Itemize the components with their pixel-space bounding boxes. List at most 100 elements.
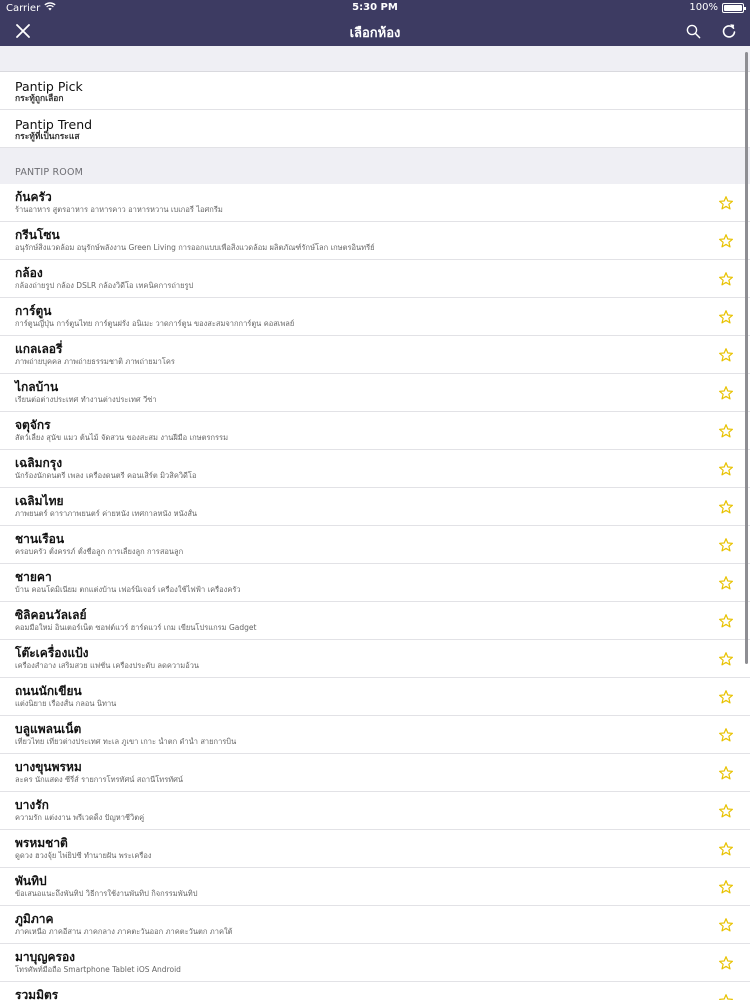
room-list-item[interactable]: การ์ตูน การ์ตูนญี่ปุ่น การ์ตูนไทย การ์ตูน… <box>0 298 750 336</box>
star-icon[interactable] <box>718 803 734 819</box>
room-name: ภูมิภาค <box>15 912 54 926</box>
room-description: ความรัก แต่งงาน พรีเวดดิ้ง ปัญหาชีวิตคู่ <box>15 813 145 822</box>
room-name: ชานเรือน <box>15 532 65 546</box>
page-title: เลือกห้อง <box>349 26 401 41</box>
status-time: 5:30 PM <box>352 2 398 13</box>
room-description: เรียนต่อต่างประเทศ ทำงานต่างประเทศ วีซ่า <box>15 395 157 404</box>
star-icon[interactable] <box>718 917 734 933</box>
room-list-item[interactable]: เฉลิมกรุง นักร้องนักดนตรี เพลง เครื่องดนต… <box>0 450 750 488</box>
room-list-item[interactable]: ซิลิคอนวัลเลย์ คอมมือใหม่ อินเตอร์เน็ต ซอ… <box>0 602 750 640</box>
room-description: การ์ตูนญี่ปุ่น การ์ตูนไทย การ์ตูนฝรั่ง อ… <box>15 319 295 328</box>
room-name: กล้อง <box>15 266 43 280</box>
room-description: อนุรักษ์สิ่งแวดล้อม อนุรักษ์พลังงาน Gree… <box>15 243 375 252</box>
star-icon[interactable] <box>718 765 734 781</box>
pick-list: Pantip Pick กระทู้ถูกเลือก Pantip Trend … <box>0 72 750 148</box>
room-list-item[interactable]: บลูแพลนเน็ต เที่ยวไทย เที่ยวต่างประเทศ ทะ… <box>0 716 750 754</box>
star-icon[interactable] <box>718 309 734 325</box>
room-list-item[interactable]: รวมมิตร <box>0 982 750 1000</box>
room-description: ข้อเสนอแนะถึงพันทิป วิธีการใช้งานพันทิป … <box>15 889 198 898</box>
star-icon[interactable] <box>718 993 734 1000</box>
refresh-icon <box>722 24 736 38</box>
room-list-item[interactable]: ถนนนักเขียน แต่งนิยาย เรื่องสั้น กลอน นิท… <box>0 678 750 716</box>
room-text: พันทิป ข้อเสนอแนะถึงพันทิป วิธีการใช้งานพ… <box>15 873 690 899</box>
room-list-item[interactable]: ก้นครัว ร้านอาหาร สูตรอาหาร อาหารคาว อาหา… <box>0 184 750 222</box>
room-name: มาบุญครอง <box>15 950 76 964</box>
star-icon[interactable] <box>718 271 734 287</box>
star-icon[interactable] <box>718 233 734 249</box>
room-name: ไกลบ้าน <box>15 380 59 394</box>
room-text: ซิลิคอนวัลเลย์ คอมมือใหม่ อินเตอร์เน็ต ซอ… <box>15 607 690 633</box>
room-description: โทรศัพท์มือถือ Smartphone Tablet iOS And… <box>15 965 181 974</box>
star-icon[interactable] <box>718 347 734 363</box>
room-text: บางขุนพรหม ละคร นักแสดง ซีรี่ส์ รายการโทร… <box>15 759 690 785</box>
room-list-item[interactable]: ภูมิภาค ภาคเหนือ ภาคอีสาน ภาคกลาง ภาคตะวั… <box>0 906 750 944</box>
room-list-item[interactable]: กรีนโซน อนุรักษ์สิ่งแวดล้อม อนุรักษ์พลังง… <box>0 222 750 260</box>
star-icon[interactable] <box>718 689 734 705</box>
room-description: กล้องถ่ายรูป กล้อง DSLR กล้องวิดีโอ เทคน… <box>15 281 194 290</box>
room-name: ซิลิคอนวัลเลย์ <box>15 608 87 622</box>
room-name: โต๊ะเครื่องแป้ง <box>15 646 89 660</box>
room-text: การ์ตูน การ์ตูนญี่ปุ่น การ์ตูนไทย การ์ตูน… <box>15 303 690 329</box>
pick-item-pantip-pick[interactable]: Pantip Pick กระทู้ถูกเลือก <box>0 72 750 110</box>
room-text: โต๊ะเครื่องแป้ง เครื่องสำอาง เสริมสวย แฟช… <box>15 645 690 671</box>
room-text: แกลเลอรี่ ภาพถ่ายบุคคล ภาพถ่ายธรรมชาติ ภา… <box>15 341 690 367</box>
room-name: บางรัก <box>15 798 49 812</box>
room-name: ชายคา <box>15 570 52 584</box>
star-icon[interactable] <box>718 841 734 857</box>
star-icon[interactable] <box>718 955 734 971</box>
room-list-item[interactable]: ชานเรือน ครอบครัว ตั้งครรภ์ ตั้งชื่อลูก ก… <box>0 526 750 564</box>
room-list-item[interactable]: โต๊ะเครื่องแป้ง เครื่องสำอาง เสริมสวย แฟช… <box>0 640 750 678</box>
room-text: พรหมชาติ ดูดวง ฮวงจุ้ย ไพ่ยิปซี ทำนายฝัน … <box>15 835 690 861</box>
room-description: เที่ยวไทย เที่ยวต่างประเทศ ทะเล ภูเขา เก… <box>15 737 237 746</box>
room-list-item[interactable]: บางขุนพรหม ละคร นักแสดง ซีรี่ส์ รายการโทร… <box>0 754 750 792</box>
room-text: กล้อง กล้องถ่ายรูป กล้อง DSLR กล้องวิดีโอ… <box>15 265 690 291</box>
status-right: 100% <box>689 2 746 13</box>
room-name: แกลเลอรี่ <box>15 342 63 356</box>
star-icon[interactable] <box>718 499 734 515</box>
room-list-item[interactable]: พันทิป ข้อเสนอแนะถึงพันทิป วิธีการใช้งานพ… <box>0 868 750 906</box>
room-description: แต่งนิยาย เรื่องสั้น กลอน นิทาน <box>15 699 117 708</box>
room-list-item[interactable]: กล้อง กล้องถ่ายรูป กล้อง DSLR กล้องวิดีโอ… <box>0 260 750 298</box>
pick-title: Pantip Pick <box>15 79 83 94</box>
room-description: ภาพยนตร์ ดาราภาพยนตร์ ค่ายหนัง เทศกาลหนั… <box>15 509 198 518</box>
room-list-item[interactable]: บางรัก ความรัก แต่งงาน พรีเวดดิ้ง ปัญหาชี… <box>0 792 750 830</box>
room-description: ดูดวง ฮวงจุ้ย ไพ่ยิปซี ทำนายฝัน พระเครื่… <box>15 851 152 860</box>
star-icon[interactable] <box>718 423 734 439</box>
room-list-item[interactable]: แกลเลอรี่ ภาพถ่ายบุคคล ภาพถ่ายธรรมชาติ ภา… <box>0 336 750 374</box>
refresh-button[interactable] <box>718 20 740 42</box>
star-icon[interactable] <box>718 195 734 211</box>
room-list-item[interactable]: ไกลบ้าน เรียนต่อต่างประเทศ ทำงานต่างประเท… <box>0 374 750 412</box>
room-list-item[interactable]: ชายคา บ้าน คอนโดมิเนียม ตกแต่งบ้าน เฟอร์น… <box>0 564 750 602</box>
room-name: พันทิป <box>15 874 47 888</box>
room-text: บางรัก ความรัก แต่งงาน พรีเวดดิ้ง ปัญหาชี… <box>15 797 690 823</box>
pick-item-pantip-trend[interactable]: Pantip Trend กระทู้ที่เป็นกระแส <box>0 110 750 148</box>
star-icon[interactable] <box>718 537 734 553</box>
star-icon[interactable] <box>718 727 734 743</box>
battery-icon <box>722 2 746 13</box>
room-text: รวมมิตร <box>15 987 690 1000</box>
room-description: ภาคเหนือ ภาคอีสาน ภาคกลาง ภาคตะวันออก ภา… <box>15 927 233 936</box>
section-header: PANTIP ROOM <box>0 148 750 184</box>
room-description: ร้านอาหาร สูตรอาหาร อาหารคาว อาหารหวาน เ… <box>15 205 223 214</box>
search-button[interactable] <box>682 20 704 42</box>
room-text: ไกลบ้าน เรียนต่อต่างประเทศ ทำงานต่างประเท… <box>15 379 690 405</box>
room-list-item[interactable]: จตุจักร สัตว์เลี้ยง สุนัข แมว ต้นไม้ จัดส… <box>0 412 750 450</box>
star-icon[interactable] <box>718 575 734 591</box>
room-list-item[interactable]: เฉลิมไทย ภาพยนตร์ ดาราภาพยนตร์ ค่ายหนัง เ… <box>0 488 750 526</box>
star-icon[interactable] <box>718 613 734 629</box>
room-list: ก้นครัว ร้านอาหาร สูตรอาหาร อาหารคาว อาหา… <box>0 184 750 1000</box>
star-icon[interactable] <box>718 385 734 401</box>
star-icon[interactable] <box>718 461 734 477</box>
room-name: กรีนโซน <box>15 228 60 242</box>
room-description: ครอบครัว ตั้งครรภ์ ตั้งชื่อลูก การเลี้ยง… <box>15 547 184 556</box>
star-icon[interactable] <box>718 651 734 667</box>
room-list-item[interactable]: พรหมชาติ ดูดวง ฮวงจุ้ย ไพ่ยิปซี ทำนายฝัน … <box>0 830 750 868</box>
top-spacer <box>0 46 750 72</box>
navigation-bar: เลือกห้อง <box>0 16 750 46</box>
room-text: เฉลิมไทย ภาพยนตร์ ดาราภาพยนตร์ ค่ายหนัง เ… <box>15 493 690 519</box>
room-list-item[interactable]: มาบุญครอง โทรศัพท์มือถือ Smartphone Table… <box>0 944 750 982</box>
star-icon[interactable] <box>718 879 734 895</box>
room-text: บลูแพลนเน็ต เที่ยวไทย เที่ยวต่างประเทศ ทะ… <box>15 721 690 747</box>
room-name: บางขุนพรหม <box>15 760 82 774</box>
scrollbar[interactable] <box>745 52 748 664</box>
